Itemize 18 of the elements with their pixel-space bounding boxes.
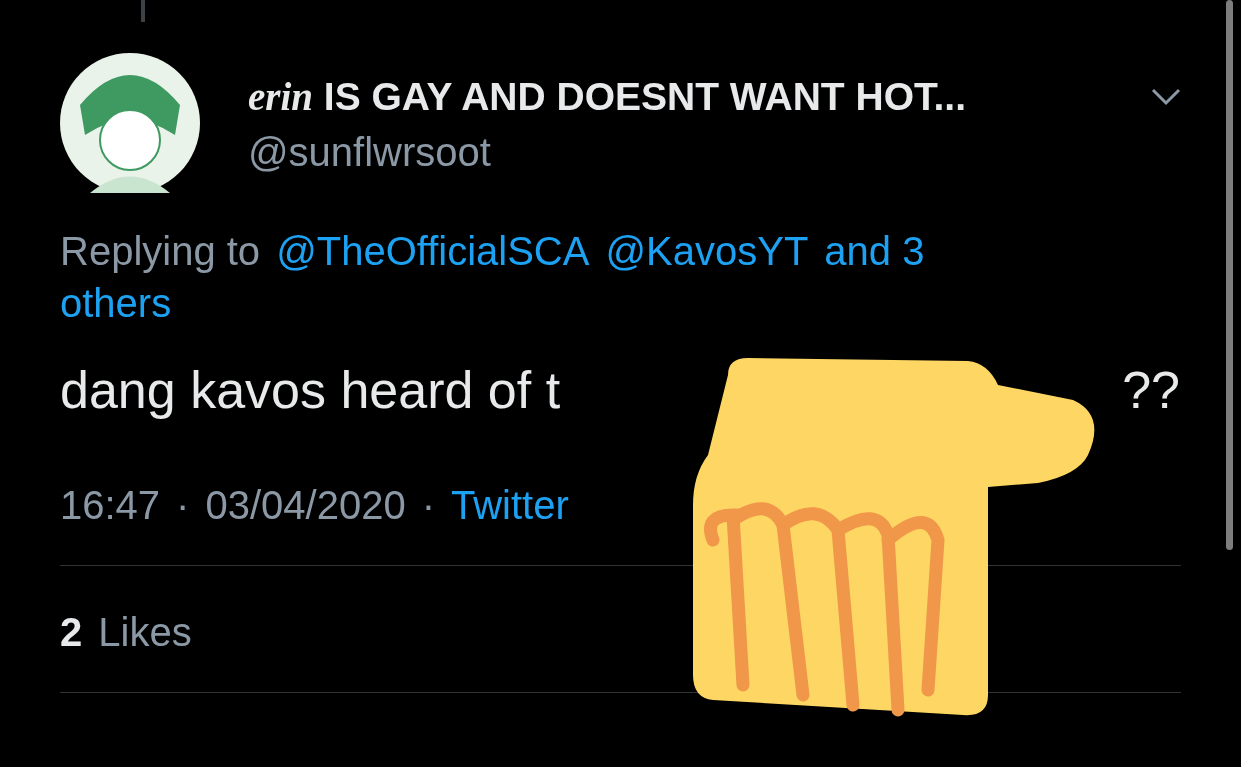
mention-link[interactable]: @TheOfficialSCA [276,225,590,277]
likes-label[interactable]: Likes [98,606,192,658]
chevron-down-icon[interactable] [1151,88,1181,106]
scrollbar[interactable] [1226,0,1233,550]
others-link[interactable]: and 3 [824,225,925,277]
source-link[interactable]: Twitter [450,479,569,531]
tweet-time: 16:47 [60,482,161,529]
tweet-date: 03/04/2020 [205,482,406,529]
username[interactable]: @sunflwrsoot [248,126,1181,179]
mention-link[interactable]: @KavosYT [605,225,809,277]
others-link[interactable]: others [60,281,172,325]
display-name[interactable]: erin IS GAY AND DOESNT WANT HOT... [248,67,966,127]
tweet-text: ?? [1122,360,1180,421]
separator-dot: · [176,482,190,529]
likes-count[interactable]: 2 [60,606,83,658]
tweet-text: dang kavos heard of t [60,360,561,421]
separator-dot: · [421,482,435,529]
reply-label: Replying to [60,228,261,275]
